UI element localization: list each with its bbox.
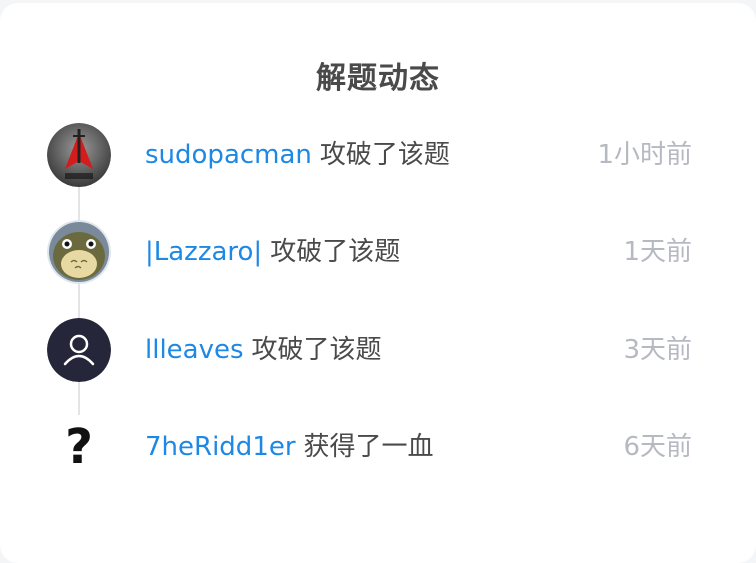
timestamp: 3天前 (623, 335, 692, 365)
user-icon (47, 318, 111, 382)
feed-item-text: sudopacman 攻破了该题 (145, 139, 450, 171)
avatar[interactable] (47, 123, 111, 187)
feed-item: ? 7heRidd1er 获得了一血 6天前 (0, 412, 756, 482)
username-link[interactable]: llleaves (145, 335, 244, 365)
blackarch-logo-icon (47, 123, 111, 187)
timestamp: 1小时前 (597, 140, 692, 170)
feed-item: |Lazzaro| 攻破了该题 1天前 (0, 217, 756, 287)
action-text: 攻破了该题 (251, 335, 382, 365)
avatar[interactable] (47, 220, 111, 284)
totoro-avatar-icon (47, 220, 111, 284)
page-title: 解题动态 (316, 61, 440, 96)
username-link[interactable]: |Lazzaro| (145, 237, 262, 267)
action-text: 攻破了该题 (270, 237, 401, 267)
avatar[interactable] (47, 318, 111, 382)
question-mark-icon[interactable]: ? (47, 415, 111, 479)
feed-item-text: 7heRidd1er 获得了一血 (145, 431, 434, 463)
feed-item: llleaves 攻破了该题 3天前 (0, 315, 756, 385)
feed-item-text: llleaves 攻破了该题 (145, 334, 382, 366)
action-text: 攻破了该题 (319, 140, 450, 170)
action-text: 获得了一血 (303, 432, 434, 462)
activity-card: 解题动态 sudopacman 攻破了该题 1小时前 |Lazzaro| 攻破了… (0, 3, 756, 563)
feed-item: sudopacman 攻破了该题 1小时前 (0, 120, 756, 190)
feed-item-text: |Lazzaro| 攻破了该题 (145, 236, 400, 268)
timestamp: 6天前 (623, 432, 692, 462)
username-link[interactable]: 7heRidd1er (145, 432, 296, 462)
timestamp: 1天前 (623, 237, 692, 267)
username-link[interactable]: sudopacman (145, 140, 312, 170)
